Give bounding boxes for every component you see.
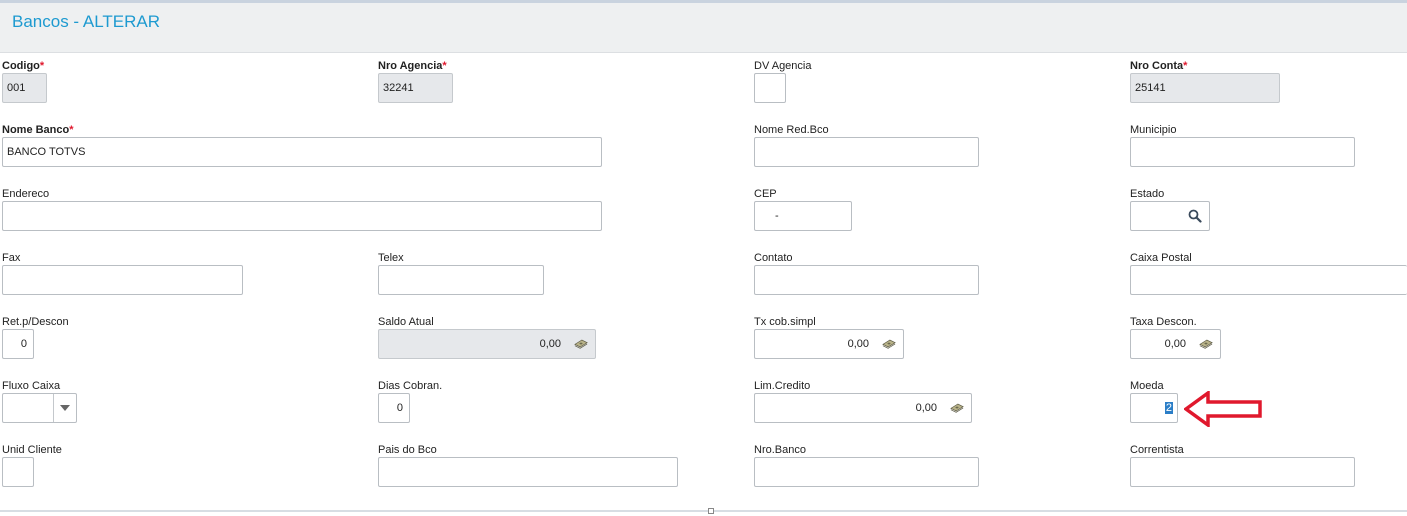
fax-field[interactable] — [2, 265, 243, 295]
money-icon — [882, 339, 896, 349]
arrow-left-icon — [1184, 391, 1262, 427]
taxa-descon-field[interactable]: 0,00 — [1130, 329, 1221, 359]
endereco-label: Endereco — [2, 188, 50, 200]
ret-p-descon-field[interactable]: 0 — [2, 329, 34, 359]
telex-label: Telex — [378, 252, 404, 264]
fax-label: Fax — [2, 252, 21, 264]
nome-banco-field[interactable]: BANCO TOTVS — [2, 137, 602, 167]
saldo-atual-label: Saldo Atual — [378, 316, 434, 328]
fluxo-caixa-select[interactable] — [2, 393, 77, 423]
estado-field[interactable] — [1130, 201, 1210, 231]
resize-handle[interactable] — [708, 508, 714, 514]
taxa-descon-label: Taxa Descon. — [1130, 316, 1197, 328]
cep-label: CEP — [754, 188, 777, 200]
nro-banco-field[interactable] — [754, 457, 979, 487]
correntista-field[interactable] — [1130, 457, 1355, 487]
dias-cobran-label: Dias Cobran. — [378, 380, 443, 392]
pais-do-bco-label: Pais do Bco — [378, 444, 437, 456]
page-title: Bancos - ALTERAR — [12, 12, 161, 31]
moeda-field[interactable]: 2 — [1130, 393, 1178, 423]
unid-cliente-field[interactable] — [2, 457, 34, 487]
money-icon — [1199, 339, 1213, 349]
saldo-atual-field[interactable]: 0,00 — [378, 329, 596, 359]
nro-conta-label: Nro Conta* — [1130, 60, 1188, 72]
estado-label: Estado — [1130, 188, 1165, 200]
correntista-label: Correntista — [1130, 444, 1184, 456]
search-icon[interactable] — [1188, 209, 1202, 223]
moeda-label: Moeda — [1130, 380, 1164, 392]
lim-credito-label: Lim.Credito — [754, 380, 811, 392]
dv-agencia-field[interactable] — [754, 73, 786, 103]
codigo-label: Codigo* — [2, 60, 45, 72]
ret-p-descon-label: Ret.p/Descon — [2, 316, 69, 328]
dropdown-separator — [53, 394, 54, 422]
nro-banco-label: Nro.Banco — [754, 444, 806, 456]
endereco-field[interactable] — [2, 201, 602, 231]
cep-field[interactable]: - — [754, 201, 852, 231]
money-icon — [950, 403, 964, 413]
telex-field[interactable] — [378, 265, 544, 295]
bottom-border — [0, 510, 1407, 512]
contato-label: Contato — [754, 252, 793, 264]
caixa-postal-label: Caixa Postal — [1130, 252, 1192, 264]
unid-cliente-label: Unid Cliente — [2, 444, 62, 456]
codigo-field[interactable]: 001 — [2, 73, 47, 103]
page-header: Bancos - ALTERAR — [0, 3, 1407, 53]
dv-agencia-label: DV Agencia — [754, 60, 812, 72]
nro-agencia-label: Nro Agencia* — [378, 60, 447, 72]
municipio-label: Municipio — [1130, 124, 1177, 136]
nome-red-bco-field[interactable] — [754, 137, 979, 167]
pais-do-bco-field[interactable] — [378, 457, 678, 487]
dias-cobran-field[interactable]: 0 — [378, 393, 410, 423]
nome-banco-label: Nome Banco* — [2, 124, 74, 136]
nro-agencia-field[interactable]: 32241 — [378, 73, 453, 103]
fluxo-caixa-label: Fluxo Caixa — [2, 380, 61, 392]
lim-credito-field[interactable]: 0,00 — [754, 393, 972, 423]
tx-cob-simpl-label: Tx cob.simpl — [754, 316, 816, 328]
contato-field[interactable] — [754, 265, 979, 295]
moeda-selected-value: 2 — [1164, 402, 1173, 414]
money-icon — [574, 339, 588, 349]
nro-conta-field[interactable]: 25141 — [1130, 73, 1280, 103]
nome-red-bco-label: Nome Red.Bco — [754, 124, 829, 136]
chevron-down-icon[interactable] — [60, 405, 70, 411]
municipio-field[interactable] — [1130, 137, 1355, 167]
tx-cob-simpl-field[interactable]: 0,00 — [754, 329, 904, 359]
caixa-postal-field[interactable] — [1130, 265, 1407, 295]
